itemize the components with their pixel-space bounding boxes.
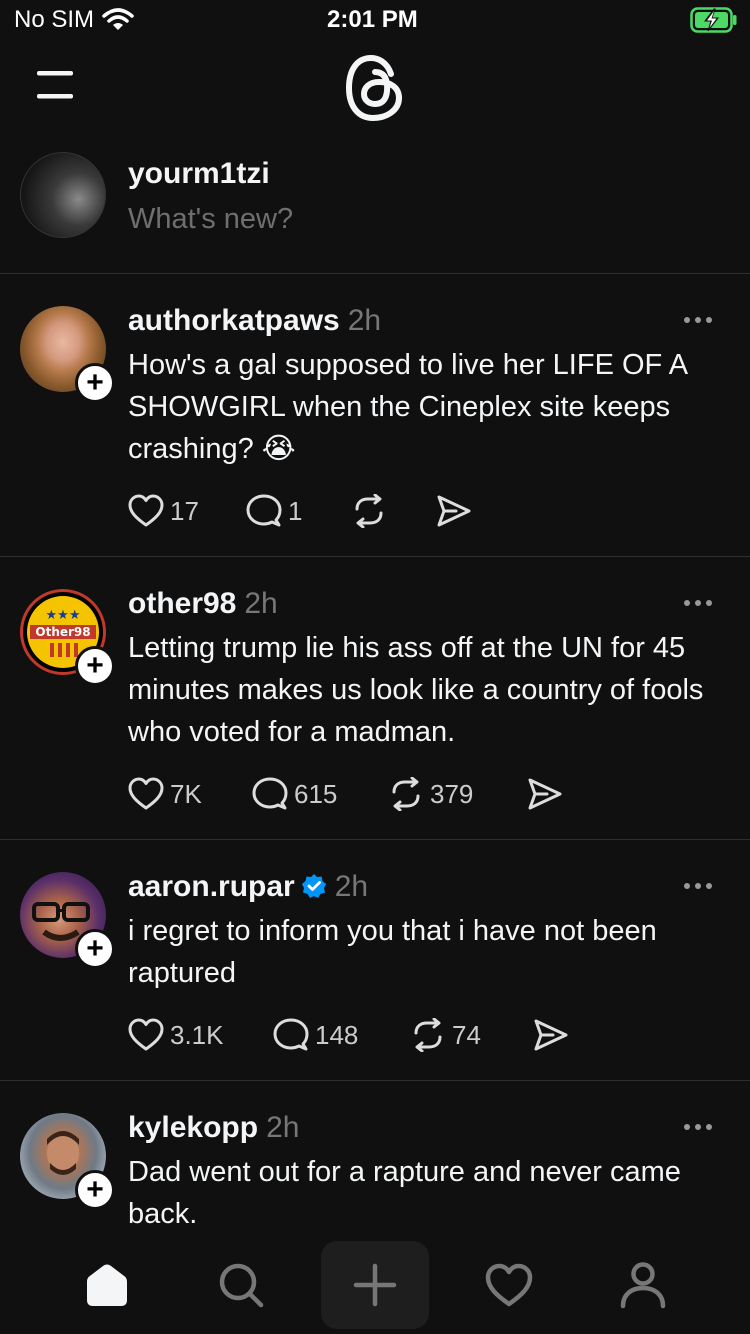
- post-time: 2h: [347, 304, 382, 337]
- like-button[interactable]: 7K: [128, 777, 202, 811]
- repost-button[interactable]: 74: [410, 1018, 481, 1052]
- reply-count: 148: [315, 1019, 359, 1050]
- post-text: i regret to inform you that i have not b…: [128, 915, 657, 989]
- tab-bar: [0, 1240, 750, 1334]
- tab-home[interactable]: [62, 1240, 152, 1330]
- share-button[interactable]: [436, 494, 472, 528]
- tab-activity[interactable]: [464, 1240, 554, 1330]
- heart-icon: [128, 494, 164, 527]
- heart-icon: [485, 1263, 533, 1307]
- post[interactable]: ★★★ Other98 + other98 2h Letting trump li…: [0, 557, 750, 839]
- share-button[interactable]: [533, 1018, 569, 1052]
- heart-icon: [128, 777, 164, 810]
- post-username[interactable]: aaron.rupar 2h: [128, 870, 368, 904]
- reply-button[interactable]: 148: [273, 1018, 358, 1052]
- post-text: How's a gal supposed to live her LIFE OF…: [128, 349, 687, 465]
- svg-text:Other98: Other98: [35, 625, 90, 639]
- status-bar: No SIM 2:01 PM: [0, 0, 750, 40]
- post-username[interactable]: kylekopp 2h: [128, 1111, 299, 1145]
- battery-charging-icon: [690, 7, 737, 33]
- post[interactable]: + aaron.rupar 2h i regret to inform you t…: [0, 840, 750, 1080]
- plus-icon: [353, 1263, 397, 1307]
- post-time: 2h: [244, 587, 278, 620]
- like-count: 17: [170, 495, 199, 526]
- reply-button[interactable]: 1: [246, 494, 302, 528]
- wifi-icon: [102, 8, 134, 30]
- repost-button[interactable]: 379: [388, 777, 473, 811]
- follow-button[interactable]: +: [75, 929, 115, 969]
- repost-button[interactable]: [351, 494, 387, 528]
- reply-count: 1: [288, 495, 303, 526]
- post[interactable]: + kylekopp 2h Dad went out for a rapture …: [0, 1081, 750, 1240]
- more-dots-icon[interactable]: [684, 876, 720, 896]
- post[interactable]: + authorkatpaws 2h How's a gal supposed t…: [0, 274, 750, 556]
- send-icon: [534, 1019, 568, 1051]
- follow-button[interactable]: +: [75, 1170, 115, 1210]
- comment-icon: [252, 777, 288, 810]
- post-time: 2h: [266, 1111, 300, 1144]
- tab-profile[interactable]: [598, 1240, 688, 1330]
- like-count: 7K: [170, 778, 202, 809]
- post-username[interactable]: authorkatpaws 2h: [128, 304, 381, 338]
- app-header: [0, 40, 750, 140]
- more-dots-icon[interactable]: [684, 1117, 720, 1137]
- verified-badge-icon: [301, 874, 326, 898]
- reply-button[interactable]: 615: [252, 777, 337, 811]
- like-button[interactable]: 17: [128, 494, 199, 528]
- follow-button[interactable]: +: [75, 363, 115, 403]
- composer-placeholder[interactable]: What's new?: [128, 203, 293, 236]
- more-dots-icon[interactable]: [684, 593, 720, 613]
- tab-search[interactable]: [196, 1240, 286, 1330]
- like-count: 3.1K: [170, 1019, 224, 1050]
- threads-logo-icon[interactable]: [344, 54, 406, 122]
- composer-username: yourm1tzi: [128, 157, 270, 190]
- heart-icon: [128, 1018, 164, 1051]
- send-icon: [528, 778, 562, 810]
- repost-icon: [355, 494, 383, 528]
- more-dots-icon[interactable]: [684, 310, 720, 330]
- repost-count: 74: [452, 1019, 481, 1050]
- post-time: 2h: [334, 870, 369, 903]
- tab-create[interactable]: [321, 1241, 429, 1329]
- post-text: Letting trump lie his ass off at the UN …: [128, 632, 704, 748]
- post-text: Dad went out for a rapture and never cam…: [128, 1156, 681, 1230]
- follow-button[interactable]: +: [75, 646, 115, 686]
- reply-count: 615: [294, 778, 338, 809]
- repost-count: 379: [430, 778, 474, 809]
- my-avatar[interactable]: [20, 152, 106, 238]
- comment-icon: [246, 494, 282, 527]
- share-button[interactable]: [527, 777, 563, 811]
- send-icon: [437, 495, 471, 527]
- composer[interactable]: yourm1tzi What's new?: [0, 140, 750, 274]
- clock: 2:01 PM: [327, 6, 418, 33]
- svg-text:★★★: ★★★: [46, 608, 81, 623]
- like-button[interactable]: 3.1K: [128, 1018, 224, 1052]
- post-username[interactable]: other98 2h: [128, 587, 278, 621]
- repost-icon: [392, 777, 420, 811]
- home-icon: [87, 1264, 127, 1306]
- menu-icon[interactable]: [37, 70, 75, 100]
- comment-icon: [273, 1018, 309, 1051]
- carrier-label: No SIM: [14, 6, 95, 33]
- profile-icon: [620, 1262, 666, 1309]
- search-icon: [219, 1263, 264, 1308]
- repost-icon: [414, 1018, 442, 1052]
